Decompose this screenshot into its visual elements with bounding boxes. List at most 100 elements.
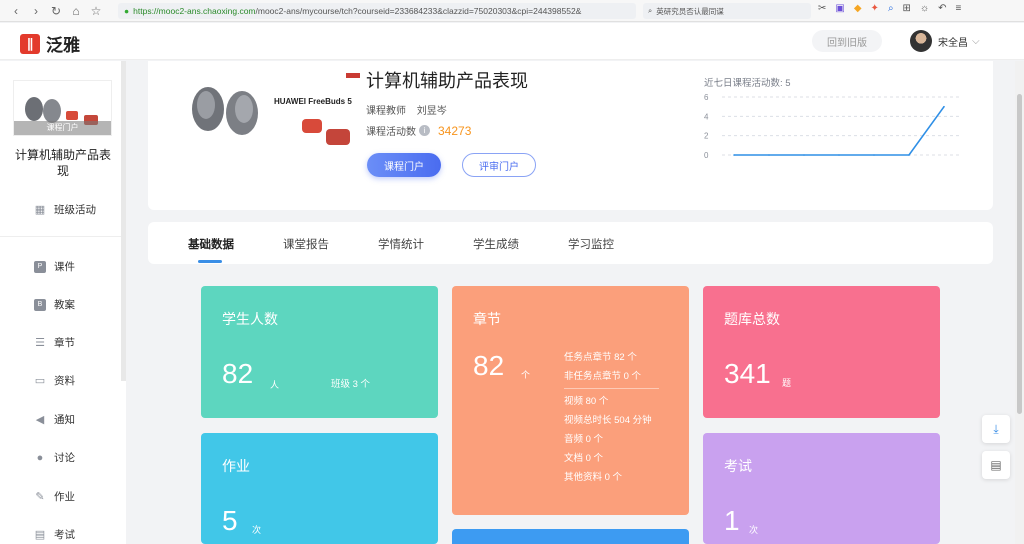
list-item: 音频 0 个: [564, 434, 604, 445]
divider: [0, 236, 126, 237]
card-count: 1: [724, 505, 740, 536]
app-header: ∥ 泛雅 回到旧版 宋全昌 ⌵: [0, 23, 1024, 60]
sidebar-item-chapters[interactable]: ☰ 章节: [34, 335, 75, 350]
sidebar-item-class-activity[interactable]: ▦ 班级活动: [34, 202, 96, 217]
note-icon[interactable]: ▤: [982, 451, 1010, 479]
extension-icons: ✂ ▣ ◆ ✦ ⌕ ⊞ ☼ ↶ ≡: [818, 3, 961, 14]
chart-svg: 0 2 4 6: [704, 93, 962, 160]
game-icon[interactable]: ✦: [871, 3, 879, 14]
sidebar-item-discussion[interactable]: ● 讨论: [34, 450, 75, 465]
menu-icon[interactable]: ≡: [956, 3, 962, 14]
card-title: 学生人数: [222, 311, 278, 327]
activity-row: 课程活动数 i 34273: [366, 123, 471, 139]
browser-search-input[interactable]: ⌕ 英研究员否认最同谋: [643, 3, 811, 19]
scrollbar-thumb[interactable]: [1017, 94, 1022, 414]
sidebar-scrollbar[interactable]: [121, 61, 126, 381]
sidebar-item-homework[interactable]: ✎ 作业: [34, 489, 75, 504]
list-item: 视频总时长 504 分钟: [564, 415, 652, 426]
data-point: [733, 154, 735, 156]
old-version-button[interactable]: 回到旧版: [812, 30, 882, 52]
sidebar-item-label: 班级活动: [54, 204, 96, 216]
tab-learning-monitor[interactable]: 学习监控: [568, 236, 614, 252]
card-title: 章节: [473, 311, 501, 327]
sidebar-item-label: 资料: [54, 375, 75, 387]
grid-icon: ▦: [34, 203, 46, 216]
sidebar-item-materials[interactable]: ▭ 资料: [34, 373, 75, 388]
grid-icon[interactable]: ⊞: [903, 3, 911, 14]
star-icon[interactable]: ☆: [86, 4, 106, 18]
question-bank-card[interactable]: 题库总数 341 题: [703, 286, 940, 418]
folder-icon: ▭: [34, 374, 46, 387]
sidebar-item-label: 课件: [54, 261, 75, 273]
chapters-card[interactable]: 章节 82 个 任务点章节 82 个 非任务点章节 0 个 视频 80 个 视频…: [452, 286, 689, 515]
user-name: 宋全昌: [938, 37, 968, 49]
teacher-row: 课程教师 刘昱岑: [366, 102, 447, 117]
card-unit: 人: [270, 380, 280, 390]
card-unit: 次: [252, 525, 262, 535]
undo-icon[interactable]: ↶: [938, 3, 946, 14]
tab-class-report[interactable]: 课堂报告: [283, 236, 329, 252]
sidebar-item-notices[interactable]: ◀ 通知: [34, 412, 75, 427]
download-icon[interactable]: ⤓: [982, 415, 1010, 443]
extension-icon[interactable]: ▣: [835, 3, 844, 14]
sidebar-item-courseware[interactable]: P 课件: [34, 259, 75, 274]
more-card[interactable]: [452, 529, 689, 544]
shield-icon[interactable]: ◆: [854, 3, 862, 14]
avatar: [910, 30, 932, 52]
homework-card[interactable]: 作业 5 次: [201, 433, 438, 544]
course-title: 计算机辅助产品表现: [14, 148, 111, 178]
sidebar-item-exam[interactable]: ▤ 考试: [34, 527, 75, 542]
course-cover[interactable]: 课程门户: [13, 80, 112, 136]
sidebar-item-label: 作业: [54, 491, 75, 503]
chat-bubble-icon: ●: [36, 451, 44, 464]
card-count: 341: [724, 358, 771, 389]
y-tick-label: 2: [704, 132, 709, 141]
sun-icon[interactable]: ☼: [920, 3, 929, 14]
forward-icon[interactable]: ›: [26, 4, 46, 18]
class-count: 班级 3 个: [331, 379, 371, 390]
list-item: 非任务点章节 0 个: [564, 371, 642, 382]
back-icon[interactable]: ‹: [6, 4, 26, 18]
activity-chart: 近七日课程活动数: 5 0 2 4 6: [704, 75, 966, 171]
sidebar-item-label: 讨论: [54, 452, 75, 464]
edit-icon: ✎: [35, 490, 45, 503]
chapter-task-list: 任务点章节 82 个 非任务点章节 0 个: [564, 348, 641, 386]
sidebar-item-label: 教案: [54, 299, 75, 311]
chart-title: 近七日课程活动数: 5: [704, 78, 791, 89]
card-unit: 次: [749, 525, 759, 535]
data-point: [803, 154, 805, 156]
courseware-icon: P: [34, 260, 46, 273]
card-count: 82: [473, 350, 505, 381]
exams-card[interactable]: 考试 1 次: [703, 433, 940, 544]
list-item: 视频 80 个: [564, 396, 609, 407]
logo[interactable]: ∥ 泛雅: [20, 31, 80, 56]
active-tab-indicator: [198, 260, 222, 263]
review-portal-button[interactable]: 评审门户: [462, 153, 536, 177]
course-portal-button[interactable]: 课程门户: [367, 153, 441, 177]
tab-learning-stats[interactable]: 学情统计: [378, 236, 424, 252]
card-count: 82: [222, 358, 254, 389]
course-card: HUAWEI FreeBuds 5 计算机辅助产品表现 课程教师 刘昱岑 课程活…: [148, 61, 993, 210]
magnifier-icon[interactable]: ⌕: [888, 3, 894, 14]
sidebar-item-label: 章节: [54, 337, 75, 349]
cut-icon[interactable]: ✂: [818, 3, 826, 14]
activity-label: 课程活动数: [366, 127, 416, 138]
tab-basic-data[interactable]: 基础数据: [188, 236, 234, 252]
exam-icon: ▤: [34, 528, 46, 541]
info-icon[interactable]: i: [419, 125, 430, 136]
course-image: [182, 67, 372, 167]
speaker-icon: ◀: [35, 413, 45, 426]
page-scrollbar[interactable]: [1015, 61, 1024, 544]
home-icon[interactable]: ⌂: [66, 4, 86, 18]
y-tick-label: 0: [704, 151, 709, 160]
address-bar[interactable]: ● https://mooc2-ans.chaoxing.com /mooc2-…: [118, 3, 636, 19]
tab-student-grades[interactable]: 学生成绩: [473, 236, 519, 252]
user-menu[interactable]: 宋全昌 ⌵: [910, 30, 980, 52]
students-card[interactable]: 学生人数 82 人 班级 3 个: [201, 286, 438, 418]
chevron-down-icon: ⌵: [972, 35, 980, 47]
reload-icon[interactable]: ↻: [46, 4, 66, 18]
list-item: 其他资料 0 个: [564, 472, 623, 483]
card-title: 题库总数: [724, 311, 780, 327]
y-tick-label: 6: [704, 93, 709, 102]
sidebar-item-lesson-plan[interactable]: B 教案: [34, 297, 75, 312]
